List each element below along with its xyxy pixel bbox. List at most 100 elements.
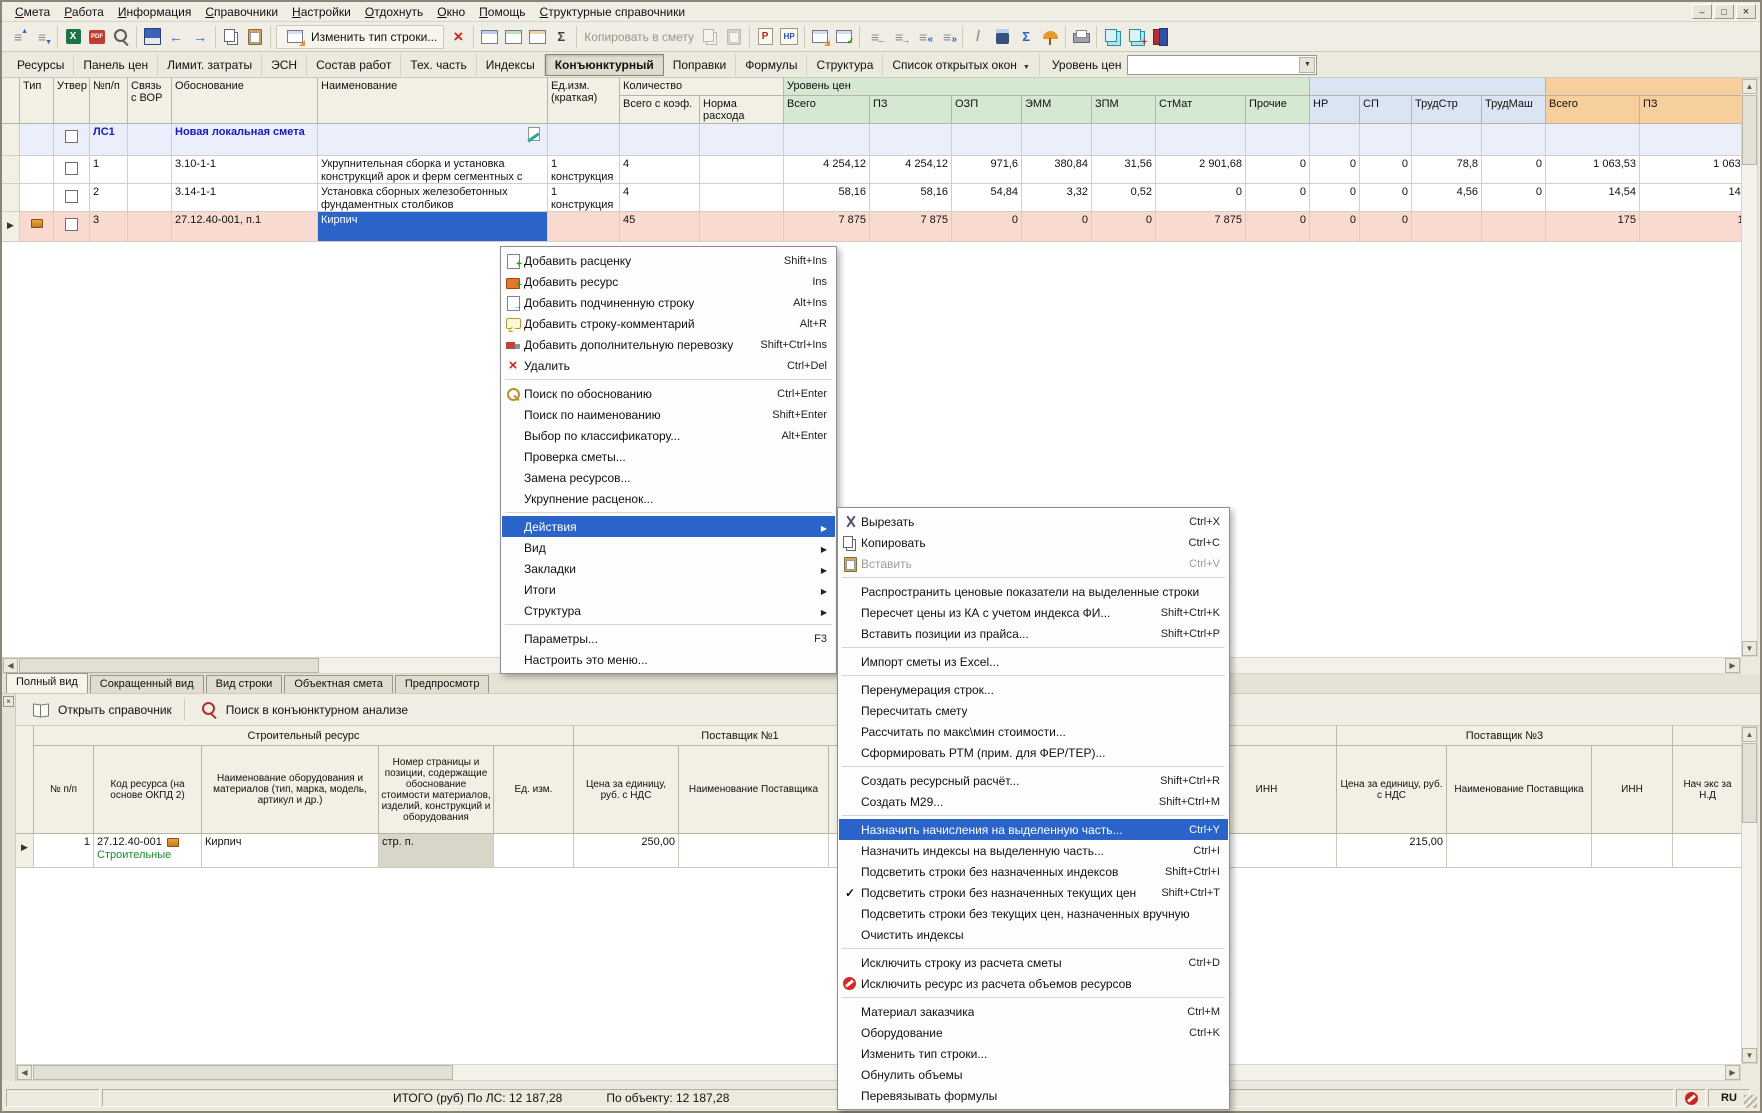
menu-item-9[interactable]: Выбор по классификатору...Alt+Enter <box>502 425 835 446</box>
grid-cell-type[interactable] <box>20 156 54 184</box>
menu-item-15[interactable]: Вид <box>502 537 835 558</box>
undo-icon[interactable] <box>164 25 188 49</box>
save-icon[interactable] <box>140 25 164 49</box>
menu-item-6[interactable]: Вставить позиции из прайса...Shift+Ctrl+… <box>839 623 1228 644</box>
menu-item-14[interactable]: Действия <box>502 516 835 537</box>
paste-icon[interactable] <box>722 25 746 49</box>
menu-item-2[interactable]: Добавить подчиненную строкуAlt+Ins <box>502 292 835 313</box>
scroll-left-icon[interactable] <box>3 658 18 673</box>
grid-cell-nr[interactable]: 0 <box>1310 184 1360 212</box>
column-header[interactable]: № п/п <box>34 746 94 834</box>
panel-tab-1[interactable]: Панель цен <box>74 54 158 76</box>
panel-tab-3[interactable]: ЭСН <box>262 54 307 76</box>
conjuncture-search-button[interactable]: Поиск в конъюнктурном анализе <box>188 695 417 725</box>
menu-item-4[interactable]: Добавить дополнительную перевозкуShift+C… <box>502 334 835 355</box>
delete-icon[interactable] <box>446 25 470 49</box>
menu-item-16[interactable]: Закладки <box>502 558 835 579</box>
grid-cell-price3[interactable]: 215,00 <box>1337 834 1447 868</box>
panel-tab-9[interactable]: Формулы <box>736 54 807 76</box>
menu-item-17[interactable]: Итоги <box>502 579 835 600</box>
grid-cell-qty_total[interactable] <box>620 124 700 156</box>
view-tab-2[interactable]: Вид строки <box>206 675 283 693</box>
grid-cell-vor[interactable] <box>128 184 172 212</box>
combo-arrow-icon[interactable] <box>1299 57 1315 73</box>
menu-item-21[interactable]: Подсветить строки без назначенных текущи… <box>839 882 1228 903</box>
column-header[interactable]: ТрудМаш <box>1482 96 1546 124</box>
grid-cell-just[interactable]: Новая локальная смета <box>172 124 318 156</box>
redo-icon[interactable] <box>188 25 212 49</box>
grid-cell-emm[interactable]: 380,84 <box>1022 156 1092 184</box>
menubar-item-7[interactable]: Помощь <box>472 3 532 21</box>
grid-cell-code[interactable]: 27.12.40-001Строительные <box>94 834 202 868</box>
grid-cell-ind[interactable] <box>16 834 34 868</box>
menu-item-22[interactable]: Подсветить строки без текущих цен, назна… <box>839 903 1228 924</box>
grid-cell-stmat[interactable] <box>1156 124 1246 156</box>
grid-cell-trudstr[interactable]: 4,56 <box>1412 184 1482 212</box>
menu-item-2[interactable]: ВставитьCtrl+V <box>839 553 1228 574</box>
column-header[interactable]: СП <box>1360 96 1412 124</box>
column-header[interactable]: Всего <box>1546 96 1640 124</box>
grid-cell-total_cur[interactable] <box>1546 124 1640 156</box>
menu-item-20[interactable]: Подсветить строки без назначенных индекс… <box>839 861 1228 882</box>
menu-item-5[interactable]: Пересчет цены из КА с учетом индекса ФИ.… <box>839 602 1228 623</box>
scrollbar-thumb[interactable] <box>1742 743 1757 823</box>
menu-item-0[interactable]: ВырезатьCtrl+X <box>839 511 1228 532</box>
table-row[interactable]: 13.10-1-1Укрупнительная сборка и установ… <box>2 156 1741 184</box>
grid-cell-name[interactable]: Кирпич <box>202 834 379 868</box>
grid-cell-pz_cur[interactable]: 14,54 <box>1640 184 1741 212</box>
column-header[interactable] <box>1546 78 1741 96</box>
menu-item-1[interactable]: Добавить ресурсIns <box>502 271 835 292</box>
panel-tab-2[interactable]: Лимит. затраты <box>158 54 262 76</box>
approve-checkbox[interactable] <box>65 130 78 143</box>
grid-cell-total_cur[interactable]: 175 <box>1546 212 1640 242</box>
resize-grip[interactable] <box>1744 1095 1757 1108</box>
column-header[interactable]: ЭММ <box>1022 96 1092 124</box>
grid-cell-other[interactable]: 0 <box>1246 184 1310 212</box>
grid-cell-sp[interactable]: 0 <box>1360 212 1412 242</box>
grid-cell-pz[interactable]: 4 254,12 <box>870 156 952 184</box>
grid-cell-trudstr[interactable] <box>1412 212 1482 242</box>
menu-item-8[interactable]: Импорт сметы из Excel... <box>839 651 1228 672</box>
menu-item-12[interactable]: Укрупнение расценок... <box>502 488 835 509</box>
grid-cell-vor[interactable] <box>128 212 172 242</box>
column-header[interactable] <box>1310 78 1546 96</box>
column-header[interactable]: ОЗП <box>952 96 1022 124</box>
grid-cell-approve[interactable] <box>54 212 90 242</box>
panel-tab-4[interactable]: Состав работ <box>307 54 401 76</box>
scroll-left-icon[interactable] <box>17 1065 32 1080</box>
menu-item-15[interactable]: Создать ресурсный расчёт...Shift+Ctrl+R <box>839 770 1228 791</box>
grid-cell-unit[interactable]: 1 конструкция <box>548 184 620 212</box>
grid-cell-sp[interactable]: 0 <box>1360 156 1412 184</box>
column-header[interactable]: Нач экс за Н.Д <box>1673 746 1741 834</box>
minimize-button[interactable] <box>1692 4 1712 19</box>
grid-cell-qty_total[interactable]: 4 <box>620 184 700 212</box>
grid-cell-qty_norm[interactable] <box>700 156 784 184</box>
grid-cell-unit[interactable] <box>494 834 574 868</box>
book-nr-icon[interactable] <box>777 25 801 49</box>
grid-cell-ozp[interactable]: 0 <box>952 212 1022 242</box>
grid-cell-ozp[interactable]: 971,6 <box>952 156 1022 184</box>
grid-cell-vor[interactable] <box>128 156 172 184</box>
menu-item-32[interactable]: Перевязывать формулы <box>839 1085 1228 1106</box>
panel-tab-6[interactable]: Индексы <box>477 54 545 76</box>
grid-cell-supplier3[interactable] <box>1447 834 1592 868</box>
level-down-icon[interactable] <box>30 25 54 49</box>
scroll-down-icon[interactable] <box>1742 1048 1757 1063</box>
table-green-icon[interactable] <box>501 25 525 49</box>
menu-item-31[interactable]: Обнулить объемы <box>839 1064 1228 1085</box>
column-header[interactable]: НР <box>1310 96 1360 124</box>
panel-tab-10[interactable]: Структура <box>807 54 883 76</box>
menu-item-26[interactable]: Исключить ресурс из расчета объемов ресу… <box>839 973 1228 994</box>
column-header[interactable]: Уровень цен <box>784 78 1310 96</box>
scroll-down-icon[interactable] <box>1742 641 1757 656</box>
grid-cell-pz_cur[interactable] <box>1640 124 1741 156</box>
grid-cell-just[interactable]: 3.14-1-1 <box>172 184 318 212</box>
layers-plus-icon[interactable] <box>1124 25 1148 49</box>
column-header[interactable]: Утвер <box>54 78 90 124</box>
grid-cell-pz_cur[interactable]: 1 063,53 <box>1640 156 1741 184</box>
grid-cell-approve[interactable] <box>54 124 90 156</box>
grid-cell-nr[interactable] <box>1310 124 1360 156</box>
column-header[interactable]: ПЗ <box>1640 96 1741 124</box>
column-header[interactable]: Наименование оборудования и материалов (… <box>202 746 379 834</box>
grid-cell-emm[interactable] <box>1022 124 1092 156</box>
